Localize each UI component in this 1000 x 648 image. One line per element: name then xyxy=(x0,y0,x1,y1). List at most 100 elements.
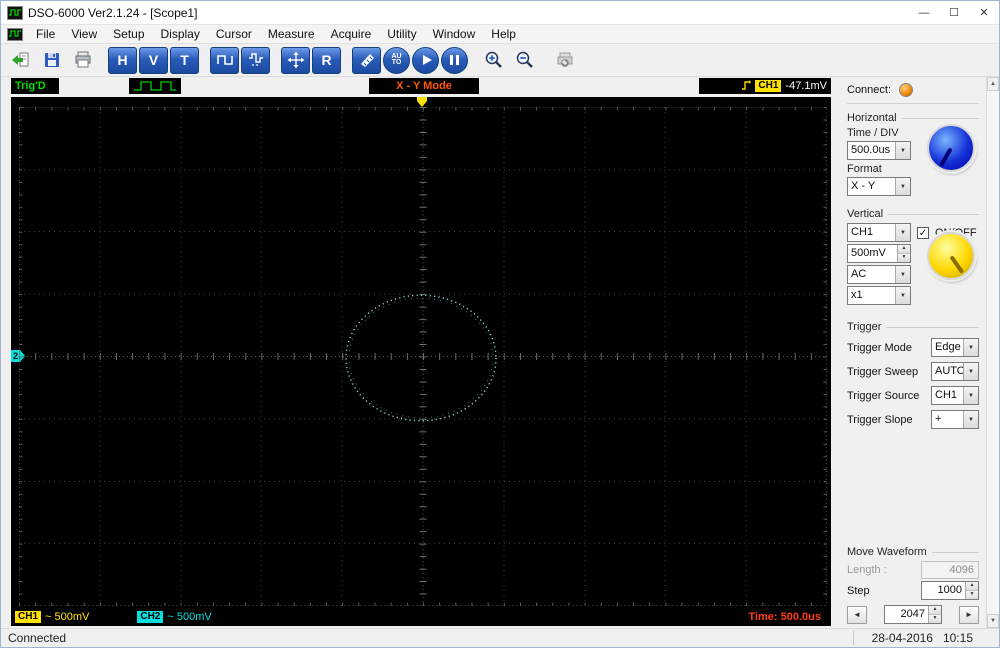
app-icon xyxy=(7,5,23,20)
move-right-button[interactable]: ► xyxy=(959,605,979,624)
record-button[interactable]: R xyxy=(312,46,341,74)
scroll-up-button[interactable]: ▲ xyxy=(987,77,999,91)
print-preview-button[interactable] xyxy=(550,47,579,74)
print-button[interactable] xyxy=(68,47,97,74)
datetime-text: 28-04-2016 10:15 xyxy=(871,631,973,645)
horizontal-section: Horizontal Time / DIV 500.0us ▼ Format X… xyxy=(847,108,979,196)
spin-up-icon[interactable]: ▲ xyxy=(966,582,978,591)
zoom-out-button[interactable] xyxy=(510,47,539,74)
dropdown-arrow-icon[interactable]: ▼ xyxy=(963,387,978,404)
trigger-slope-label: Trigger Slope xyxy=(847,413,913,426)
horizontal-title: Horizontal xyxy=(847,112,897,124)
spin-down-icon[interactable]: ▼ xyxy=(898,254,910,262)
window-title: DSO-6000 Ver2.1.24 - [Scope1] xyxy=(28,5,198,20)
dropdown-arrow-icon[interactable]: ▼ xyxy=(963,411,978,428)
trigger-mode-select[interactable]: Edge ▼ xyxy=(931,338,979,357)
trig-status-text: Trig'D xyxy=(15,80,46,92)
spin-down-icon[interactable]: ▼ xyxy=(966,591,978,599)
ch1-readout: CH1 ~ 500mV xyxy=(15,611,89,623)
dropdown-arrow-icon[interactable]: ▼ xyxy=(895,142,910,159)
statusbar: Connected 28-04-2016 10:15 xyxy=(1,628,999,647)
xy-mode-label: X - Y Mode xyxy=(396,80,452,92)
scope-display: 2 CH1 ~ 500mV CH2 ~ 500mV Time: 500.0us xyxy=(11,97,831,626)
save-button[interactable] xyxy=(37,47,66,74)
timebase-readout: Time: 500.0us xyxy=(748,611,821,623)
voltage-range-spinner[interactable]: 500mV ▲ ▼ xyxy=(847,244,911,263)
time-div-select[interactable]: 500.0us ▼ xyxy=(847,141,911,160)
run-button[interactable] xyxy=(412,46,439,74)
ch1-scale-text: ~ 500mV xyxy=(45,611,90,623)
panel-scrollbar[interactable]: ▲ ▼ xyxy=(986,77,999,628)
trigger-mode-label: Trigger Mode xyxy=(847,341,913,354)
position-spinner[interactable]: 2047 ▲ ▼ xyxy=(884,605,942,624)
trigger-source-label: Trigger Source xyxy=(847,389,920,402)
vertical-settings-button[interactable]: V xyxy=(139,46,168,74)
step-spinner[interactable]: 1000 ▲ ▼ xyxy=(921,581,979,600)
menu-setup[interactable]: Setup xyxy=(105,25,152,44)
menu-file[interactable]: File xyxy=(28,25,63,44)
app-window: DSO-6000 Ver2.1.24 - [Scope1] — ☐ ✕ File… xyxy=(0,0,1000,648)
menu-utility[interactable]: Utility xyxy=(379,25,424,44)
maximize-button[interactable]: ☐ xyxy=(939,1,969,25)
close-button[interactable]: ✕ xyxy=(969,1,999,25)
pause-button[interactable] xyxy=(441,46,468,74)
trigger-signal-box xyxy=(129,78,181,94)
scroll-down-button[interactable]: ▼ xyxy=(987,614,999,628)
zoom-in-button[interactable] xyxy=(479,47,508,74)
connect-indicator[interactable] xyxy=(899,83,914,97)
square-wave-icon xyxy=(134,81,176,91)
move-left-button[interactable]: ◄ xyxy=(847,605,867,624)
scope-column: Trig'D X - Y Mode CH1 -47.1mV 2 CH1 ~ 50… xyxy=(1,77,839,628)
probe-select[interactable]: x1 ▼ xyxy=(847,286,911,305)
titlebar: DSO-6000 Ver2.1.24 - [Scope1] — ☐ ✕ xyxy=(1,1,999,25)
expand-icon[interactable] xyxy=(281,46,310,74)
dropdown-arrow-icon[interactable]: ▼ xyxy=(963,363,978,380)
measure-ruler-button[interactable] xyxy=(352,46,381,74)
dropdown-arrow-icon[interactable]: ▼ xyxy=(963,339,978,356)
dual-waveform-button[interactable] xyxy=(241,46,270,74)
xy-trace xyxy=(345,294,497,422)
trigger-sweep-select[interactable]: AUTO ▼ xyxy=(931,362,979,381)
menubar: File View Setup Display Cursor Measure A… xyxy=(1,25,999,44)
scope-window-icon[interactable] xyxy=(7,27,23,41)
open-button[interactable] xyxy=(6,47,35,74)
horizontal-settings-button[interactable]: H xyxy=(108,46,137,74)
minimize-button[interactable]: — xyxy=(909,1,939,25)
connection-status: Connected xyxy=(8,631,67,645)
trigger-slope-select[interactable]: + ▼ xyxy=(931,410,979,429)
vertical-knob[interactable] xyxy=(927,232,975,280)
move-waveform-title: Move Waveform xyxy=(847,546,927,558)
menu-measure[interactable]: Measure xyxy=(260,25,323,44)
horizontal-knob[interactable] xyxy=(927,124,975,172)
spin-up-icon[interactable]: ▲ xyxy=(898,245,910,254)
dropdown-arrow-icon[interactable]: ▼ xyxy=(895,266,910,283)
ch1-badge: CH1 xyxy=(15,611,42,623)
divider xyxy=(847,103,979,104)
dropdown-arrow-icon[interactable]: ▼ xyxy=(895,287,910,304)
trig-status-box: Trig'D xyxy=(11,78,59,94)
waveform-button[interactable] xyxy=(210,46,239,74)
dropdown-arrow-icon[interactable]: ▼ xyxy=(895,224,910,241)
trigger-title: Trigger xyxy=(847,321,882,333)
spin-up-icon[interactable]: ▲ xyxy=(929,606,941,615)
menu-help[interactable]: Help xyxy=(483,25,524,44)
dropdown-arrow-icon[interactable]: ▼ xyxy=(895,178,910,195)
ch2-readout: CH2 ~ 500mV xyxy=(137,611,212,623)
format-select[interactable]: X - Y ▼ xyxy=(847,177,911,196)
pause-icon xyxy=(450,55,459,65)
trigger-source-select[interactable]: CH1 ▼ xyxy=(931,386,979,405)
menu-cursor[interactable]: Cursor xyxy=(208,25,260,44)
trigger-position-marker[interactable] xyxy=(417,97,427,107)
menu-acquire[interactable]: Acquire xyxy=(323,25,380,44)
trigger-level-value: -47.1mV xyxy=(785,80,827,92)
coupling-select[interactable]: AC ▼ xyxy=(847,265,911,284)
menu-window[interactable]: Window xyxy=(425,25,484,44)
ch1-onoff-checkbox[interactable]: ✓ xyxy=(917,226,929,239)
window-controls: — ☐ ✕ xyxy=(909,1,999,25)
channel-select[interactable]: CH1 ▼ xyxy=(847,223,911,242)
spin-down-icon[interactable]: ▼ xyxy=(929,615,941,623)
trigger-settings-button[interactable]: T xyxy=(170,46,199,74)
menu-display[interactable]: Display xyxy=(153,25,208,44)
menu-view[interactable]: View xyxy=(63,25,105,44)
auto-setup-button[interactable]: AUTO xyxy=(383,46,410,74)
